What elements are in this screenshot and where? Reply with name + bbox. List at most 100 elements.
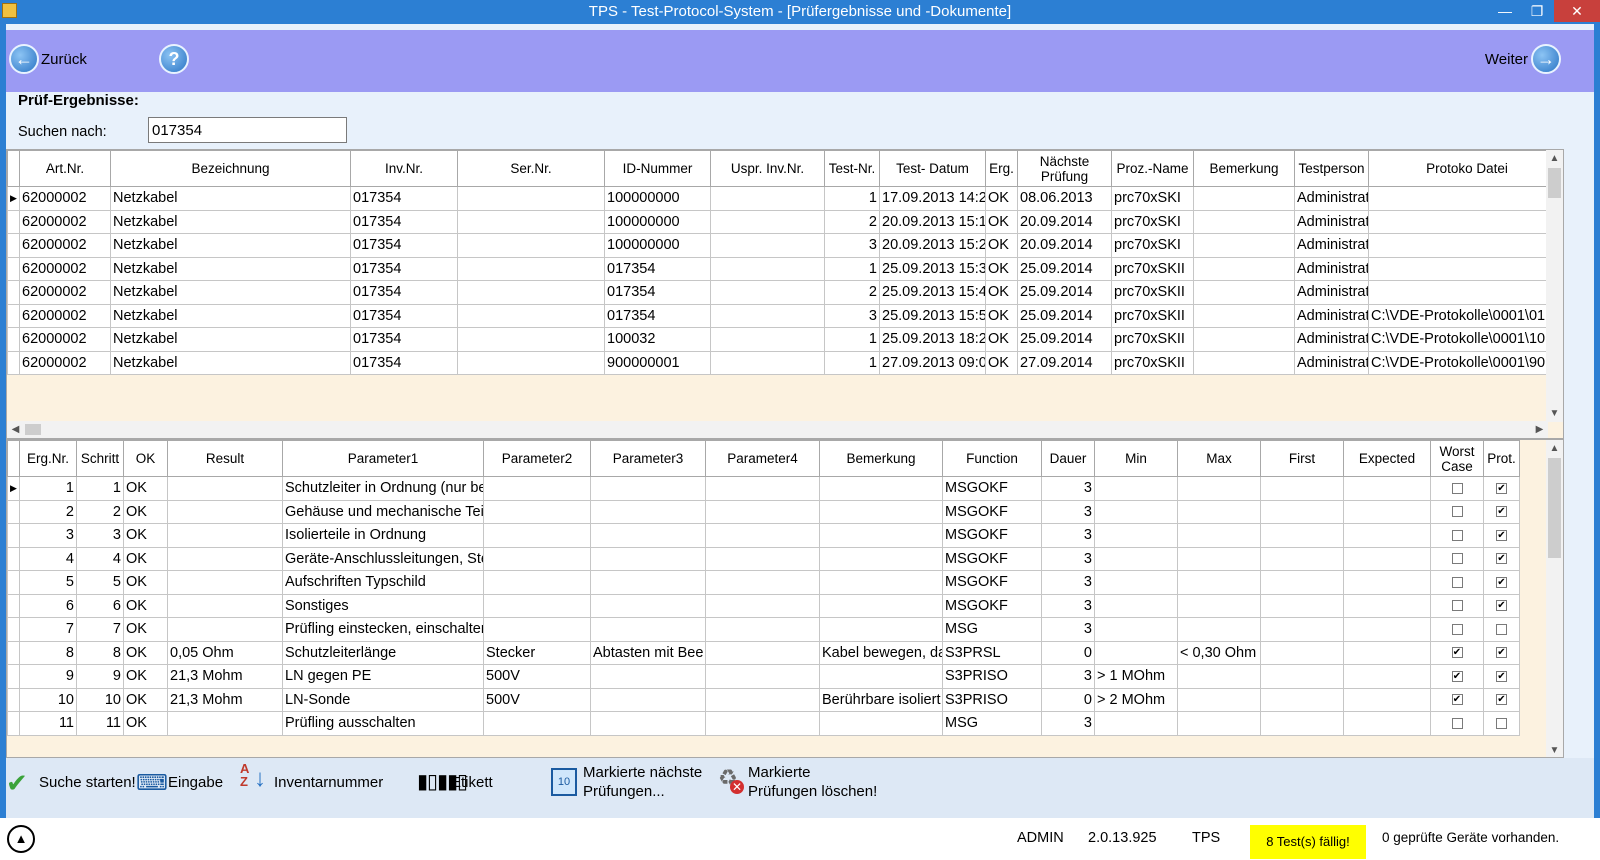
steps-cell[interactable]: MSG: [942, 711, 1042, 736]
steps-cell[interactable]: [590, 499, 706, 524]
steps-cell[interactable]: [705, 546, 820, 571]
row-indicator[interactable]: [7, 233, 20, 258]
results-cell[interactable]: [457, 303, 605, 328]
results-cell[interactable]: [710, 233, 825, 258]
steps-cell[interactable]: S3PRISO: [942, 687, 1042, 712]
results-cell[interactable]: 62000002: [19, 327, 111, 352]
results-cell[interactable]: OK: [985, 327, 1018, 352]
steps-cell[interactable]: 1: [76, 476, 124, 501]
steps-cell[interactable]: 21,3 Mohm: [167, 687, 283, 712]
results-cell[interactable]: OK: [985, 256, 1018, 281]
steps-cell[interactable]: 10: [76, 687, 124, 712]
steps-cell[interactable]: OK: [123, 476, 168, 501]
steps-cell[interactable]: [1430, 570, 1484, 595]
steps-cell[interactable]: [705, 687, 820, 712]
row-indicator[interactable]: [7, 499, 20, 524]
results-cell[interactable]: C:\VDE-Protokolle\0001\10: [1368, 327, 1563, 352]
steps-row[interactable]: 5 5 OK Aufschriften Typschild MSGOKF 3 ✔: [7, 570, 1520, 595]
results-cell[interactable]: 27.09.2013 09:07: [879, 350, 986, 375]
sort-az-icon[interactable]: AZ: [240, 762, 249, 788]
results-col-header[interactable]: ID-Nummer: [604, 150, 711, 187]
results-col-header[interactable]: Uspr. Inv.Nr.: [710, 150, 825, 187]
steps-col-header[interactable]: Prot.: [1483, 440, 1520, 477]
results-cell[interactable]: Netzkabel: [110, 256, 351, 281]
results-cell[interactable]: [710, 186, 825, 211]
row-indicator[interactable]: [7, 687, 20, 712]
steps-row[interactable]: ▶ 1 1 OK Schutzleiter in Ordnung (nur be MSGO…: [7, 476, 1520, 501]
steps-cell[interactable]: Stecker: [483, 640, 591, 665]
steps-cell[interactable]: [590, 546, 706, 571]
results-cell[interactable]: [1193, 303, 1295, 328]
steps-col-header[interactable]: Bemerkung: [819, 440, 943, 477]
steps-cell[interactable]: [590, 593, 706, 618]
steps-cell[interactable]: [819, 523, 943, 548]
steps-cell[interactable]: Aufschriften Typschild: [282, 570, 484, 595]
steps-cell[interactable]: 6: [19, 593, 77, 618]
steps-cell[interactable]: [1177, 570, 1261, 595]
row-indicator[interactable]: [7, 664, 20, 689]
results-cell[interactable]: 017354: [350, 233, 458, 258]
results-cell[interactable]: 017354: [350, 256, 458, 281]
results-cell[interactable]: [457, 186, 605, 211]
steps-cell[interactable]: [1094, 617, 1178, 642]
steps-row[interactable]: 7 7 OK Prüfling einstecken, einschalter MSG 3: [7, 617, 1520, 642]
results-cell[interactable]: 27.09.2014: [1017, 350, 1112, 375]
steps-cell[interactable]: MSGOKF: [942, 546, 1042, 571]
results-cell[interactable]: 25.09.2014: [1017, 327, 1112, 352]
mark-next-line2[interactable]: Prüfungen...: [583, 782, 665, 801]
results-cell[interactable]: OK: [985, 209, 1018, 234]
steps-cell[interactable]: [483, 617, 591, 642]
steps-cell[interactable]: [819, 570, 943, 595]
steps-cell[interactable]: 3: [1041, 476, 1095, 501]
steps-cell[interactable]: [1343, 570, 1431, 595]
results-row[interactable]: 62000002 Netzkabel 017354 017354 3 25.09.2013…: [7, 303, 1563, 328]
steps-cell[interactable]: 7: [19, 617, 77, 642]
results-cell[interactable]: prc70xSKII: [1111, 327, 1194, 352]
checkmark-icon[interactable]: ✔: [6, 768, 28, 799]
steps-row[interactable]: 4 4 OK Geräte-Anschlussleitungen, Ste MSGOKF…: [7, 546, 1520, 571]
results-cell[interactable]: Netzkabel: [110, 280, 351, 305]
steps-cell[interactable]: [819, 664, 943, 689]
steps-cell[interactable]: 4: [19, 546, 77, 571]
steps-cell[interactable]: [1094, 546, 1178, 571]
steps-cell[interactable]: 500V: [483, 687, 591, 712]
results-cell[interactable]: [1193, 233, 1295, 258]
steps-cell[interactable]: Kabel bewegen, da: [819, 640, 943, 665]
steps-cell[interactable]: OK: [123, 593, 168, 618]
prot-checkbox[interactable]: ✔: [1496, 694, 1507, 706]
steps-cell[interactable]: [1483, 711, 1520, 736]
worst-case-checkbox[interactable]: [1451, 553, 1463, 565]
steps-cell[interactable]: [1177, 476, 1261, 501]
results-cell[interactable]: OK: [985, 350, 1018, 375]
results-cell[interactable]: 62000002: [19, 303, 111, 328]
results-cell[interactable]: C:\VDE-Protokolle\0001\90: [1368, 350, 1563, 375]
steps-cell[interactable]: S3PRISO: [942, 664, 1042, 689]
results-cell[interactable]: Administrat: [1294, 209, 1369, 234]
steps-cell[interactable]: [1094, 499, 1178, 524]
results-col-header[interactable]: Ser.Nr.: [457, 150, 605, 187]
steps-cell[interactable]: [1343, 664, 1431, 689]
steps-cell[interactable]: 4: [76, 546, 124, 571]
results-cell[interactable]: 017354: [350, 327, 458, 352]
steps-cell[interactable]: 2: [76, 499, 124, 524]
steps-cell[interactable]: [705, 711, 820, 736]
arrow-left-icon[interactable]: ←: [9, 44, 39, 74]
steps-cell[interactable]: MSGOKF: [942, 476, 1042, 501]
results-row[interactable]: 62000002 Netzkabel 017354 900000001 1 27.09.2…: [7, 350, 1563, 375]
results-cell[interactable]: [710, 256, 825, 281]
steps-cell[interactable]: [1343, 617, 1431, 642]
steps-cell[interactable]: 8: [19, 640, 77, 665]
steps-cell[interactable]: [705, 593, 820, 618]
steps-cell[interactable]: 0,05 Ohm: [167, 640, 283, 665]
steps-cell[interactable]: MSGOKF: [942, 523, 1042, 548]
steps-col-header[interactable]: Parameter2: [483, 440, 591, 477]
steps-cell[interactable]: [167, 476, 283, 501]
steps-cell[interactable]: 11: [76, 711, 124, 736]
results-cell[interactable]: 1: [824, 256, 880, 281]
search-input[interactable]: [148, 117, 347, 143]
results-cell[interactable]: prc70xSKII: [1111, 280, 1194, 305]
steps-col-header[interactable]: OK: [123, 440, 168, 477]
steps-cell[interactable]: MSG: [942, 617, 1042, 642]
worst-case-checkbox[interactable]: ✔: [1451, 694, 1463, 706]
results-cell[interactable]: 62000002: [19, 233, 111, 258]
